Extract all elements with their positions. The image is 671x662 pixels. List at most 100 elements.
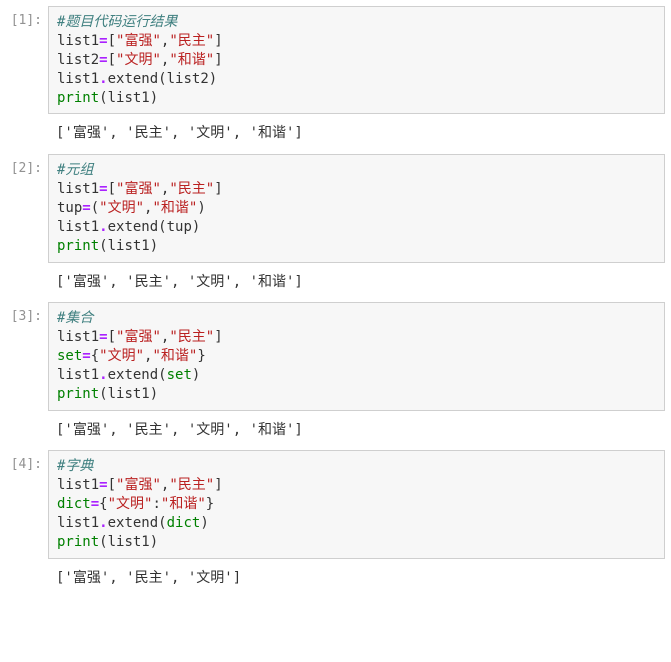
code-line: #元组	[57, 161, 656, 180]
code-area[interactable]: #字典list1=["富强","民主"]dict={"文明":"和谐"}list…	[48, 450, 665, 558]
output-area: ['富强', '民主', '文明', '和谐']	[48, 118, 665, 150]
input-prompt: [4]:	[0, 450, 48, 558]
token-pun: {	[91, 348, 99, 364]
token-pun: )	[150, 238, 158, 254]
token-fn: dict	[167, 515, 201, 531]
token-str: "和谐"	[152, 348, 197, 364]
output-prompt	[0, 563, 48, 595]
token-pun: ]	[214, 329, 222, 345]
output-cell: ['富强', '民主', '文明', '和谐']	[0, 415, 665, 447]
code-area[interactable]: #题目代码运行结果list1=["富强","民主"]list2=["文明","和…	[48, 6, 665, 114]
token-pun: )	[200, 515, 208, 531]
cell-list: [1]:#题目代码运行结果list1=["富强","民主"]list2=["文明…	[0, 6, 665, 594]
token-str: "文明"	[108, 496, 153, 512]
token-id: list1	[108, 386, 150, 402]
token-id: list1	[57, 367, 99, 383]
token-pun: (	[99, 90, 107, 106]
output-cell: ['富强', '民主', '文明', '和谐']	[0, 267, 665, 299]
code-line: tup=("文明","和谐")	[57, 199, 656, 218]
token-str: "和谐"	[161, 496, 206, 512]
token-pun: )	[192, 219, 200, 235]
token-id: list1	[57, 33, 99, 49]
input-prompt: [2]:	[0, 154, 48, 262]
token-cmt: #集合	[57, 310, 93, 326]
token-op: =	[91, 496, 99, 512]
token-fn: set	[167, 367, 192, 383]
token-pun: )	[150, 386, 158, 402]
token-op: =	[99, 329, 107, 345]
code-line: list1=["富强","民主"]	[57, 328, 656, 347]
token-str: "文明"	[116, 52, 161, 68]
token-fn: print	[57, 386, 99, 402]
token-op: .	[99, 219, 107, 235]
token-id: extend	[108, 71, 159, 87]
output-area: ['富强', '民主', '文明', '和谐']	[48, 415, 665, 447]
token-pun: )	[192, 367, 200, 383]
code-line: #集合	[57, 309, 656, 328]
token-id: extend	[108, 219, 159, 235]
token-cmt: #元组	[57, 162, 93, 178]
token-id: list1	[57, 515, 99, 531]
input-cell: [3]:#集合list1=["富强","民主"]set={"文明","和谐"}l…	[0, 302, 665, 410]
token-id: list1	[57, 329, 99, 345]
token-pun: (	[99, 238, 107, 254]
output-cell: ['富强', '民主', '文明', '和谐']	[0, 118, 665, 150]
token-id: list1	[108, 90, 150, 106]
code-line: list1.extend(set)	[57, 366, 656, 385]
token-op: .	[99, 367, 107, 383]
token-op: =	[82, 348, 90, 364]
token-fn: dict	[57, 496, 91, 512]
token-pun: :	[152, 496, 160, 512]
code-line: #字典	[57, 457, 656, 476]
output-prompt	[0, 415, 48, 447]
token-pun: (	[158, 515, 166, 531]
token-op: =	[99, 33, 107, 49]
token-pun: )	[150, 534, 158, 550]
token-str: "和谐"	[169, 52, 214, 68]
token-pun: [	[108, 329, 116, 345]
token-pun: [	[108, 181, 116, 197]
code-line: print(list1)	[57, 89, 656, 108]
output-prompt	[0, 267, 48, 299]
code-line: list1.extend(list2)	[57, 70, 656, 89]
token-id: tup	[167, 219, 192, 235]
token-pun: (	[99, 534, 107, 550]
output-cell: ['富强', '民主', '文明']	[0, 563, 665, 595]
code-line: print(list1)	[57, 533, 656, 552]
token-op: =	[99, 477, 107, 493]
token-id: list1	[57, 219, 99, 235]
token-pun: {	[99, 496, 107, 512]
token-str: "民主"	[169, 33, 214, 49]
code-line: list1.extend(tup)	[57, 218, 656, 237]
token-str: "和谐"	[152, 200, 197, 216]
token-id: extend	[108, 515, 159, 531]
token-pun: ]	[214, 477, 222, 493]
token-op: =	[99, 52, 107, 68]
token-pun: )	[150, 90, 158, 106]
token-str: "富强"	[116, 329, 161, 345]
code-line: list2=["文明","和谐"]	[57, 51, 656, 70]
code-area[interactable]: #集合list1=["富强","民主"]set={"文明","和谐"}list1…	[48, 302, 665, 410]
token-op: =	[82, 200, 90, 216]
token-cmt: #字典	[57, 458, 93, 474]
code-line: list1=["富强","民主"]	[57, 180, 656, 199]
token-pun: [	[108, 52, 116, 68]
input-prompt: [3]:	[0, 302, 48, 410]
token-pun: (	[158, 219, 166, 235]
token-pun: }	[197, 348, 205, 364]
token-pun: (	[158, 71, 166, 87]
token-str: "富强"	[116, 477, 161, 493]
output-area: ['富强', '民主', '文明']	[48, 563, 665, 595]
token-str: "文明"	[99, 200, 144, 216]
token-id: tup	[57, 200, 82, 216]
token-str: "文明"	[99, 348, 144, 364]
token-fn: print	[57, 90, 99, 106]
input-prompt: [1]:	[0, 6, 48, 114]
token-pun: ]	[214, 181, 222, 197]
code-area[interactable]: #元组 list1=["富强","民主"]tup=("文明","和谐")list1…	[48, 154, 665, 262]
token-id: list2	[57, 52, 99, 68]
token-str: "富强"	[116, 33, 161, 49]
token-str: "民主"	[169, 181, 214, 197]
token-str: "民主"	[169, 329, 214, 345]
token-op: =	[99, 181, 107, 197]
